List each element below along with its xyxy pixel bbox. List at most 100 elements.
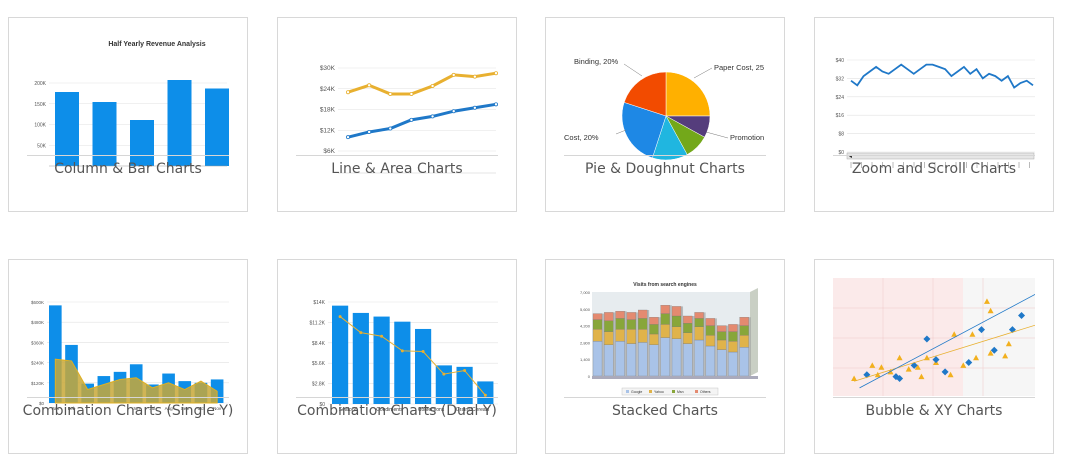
card-title[interactable]: Line & Area Charts bbox=[278, 161, 516, 177]
y-tick-label: 2,800 bbox=[580, 340, 591, 345]
y-tick-label: $600K bbox=[31, 300, 44, 305]
card-stacked[interactable]: Visits from search engines 7,000 5,600 4,20… bbox=[545, 259, 785, 454]
legend-label: Msn bbox=[677, 390, 684, 394]
legend-label: Yahoo bbox=[654, 390, 664, 394]
data-point bbox=[421, 350, 425, 354]
stack-segment bbox=[626, 312, 637, 320]
bar-side bbox=[703, 312, 706, 376]
stack-segment bbox=[683, 315, 693, 324]
y-tick-label: $16 bbox=[836, 113, 845, 119]
bar-side bbox=[624, 311, 627, 376]
stack-segment bbox=[705, 318, 716, 326]
y-tick-label: $8.4K bbox=[312, 341, 326, 347]
y-tick-label: $32 bbox=[836, 76, 845, 82]
stack-segment bbox=[649, 317, 659, 325]
legend-label: Google bbox=[631, 390, 642, 394]
series-line bbox=[850, 63, 1034, 89]
bar-side bbox=[635, 312, 638, 376]
stack-segment bbox=[615, 341, 625, 377]
stack-segment bbox=[604, 344, 614, 377]
card-column-bar[interactable]: Half Yearly Revenue Analysis 200K 150K 100K… bbox=[8, 17, 248, 212]
card-title[interactable]: Combination Charts (Single Y) bbox=[9, 403, 247, 419]
card-title[interactable]: Zoom and Scroll Charts bbox=[815, 161, 1053, 177]
stack-segment bbox=[671, 315, 682, 327]
data-point bbox=[493, 71, 498, 76]
stack-segment bbox=[592, 341, 603, 377]
y-tick-label: $240K bbox=[31, 361, 44, 366]
chart-thumb-pie: Paper Cost, 25 Promotion Cost, 20% Binding,… bbox=[564, 36, 766, 174]
bar bbox=[415, 328, 432, 404]
stack-segment bbox=[604, 320, 614, 332]
bar-side bbox=[602, 313, 605, 376]
data-point bbox=[409, 91, 414, 96]
divider bbox=[296, 155, 498, 156]
stack-segment bbox=[615, 329, 625, 342]
card-title[interactable]: Stacked Charts bbox=[546, 403, 784, 419]
bar bbox=[352, 312, 369, 404]
data-point bbox=[388, 91, 393, 96]
data-point bbox=[472, 74, 477, 79]
stack-segment bbox=[683, 332, 693, 344]
y-tick-label: $24K bbox=[320, 86, 336, 93]
stack-segment bbox=[671, 338, 682, 377]
data-point bbox=[442, 372, 446, 376]
stack-segment bbox=[637, 309, 648, 319]
card-title[interactable]: Combination Charts (Dual Y) bbox=[278, 403, 516, 419]
chart-thumb-line-area: $30K $24K $18K $12K $6K bbox=[296, 36, 498, 174]
stack-segment bbox=[694, 339, 704, 377]
card-title[interactable]: Pie & Doughnut Charts bbox=[546, 161, 784, 177]
divider bbox=[27, 397, 229, 398]
stack-segment bbox=[728, 324, 738, 332]
y-tick-label: 1,400 bbox=[580, 357, 591, 362]
bar bbox=[477, 381, 494, 404]
stack-segment bbox=[683, 323, 693, 333]
bar bbox=[92, 102, 117, 166]
slice-label: Cost, 20% bbox=[564, 133, 599, 142]
stack-segment bbox=[716, 325, 727, 332]
stack-segment bbox=[683, 343, 693, 377]
stack-segment bbox=[705, 345, 716, 377]
stack-segment bbox=[671, 306, 682, 317]
stack-segment bbox=[660, 324, 670, 338]
y-tick-label: $2.8K bbox=[312, 382, 326, 388]
y-tick-label: $6K bbox=[323, 148, 335, 155]
stack-segment bbox=[671, 326, 682, 339]
stack-segment bbox=[705, 335, 716, 347]
legend-swatch bbox=[649, 390, 652, 393]
data-point bbox=[430, 83, 435, 88]
card-pie-doughnut[interactable]: Paper Cost, 25 Promotion Cost, 20% Binding,… bbox=[545, 17, 785, 212]
stack-segment bbox=[649, 333, 659, 345]
card-bubble-xy[interactable]: Bubble & XY Charts bbox=[814, 259, 1054, 454]
divider bbox=[564, 155, 766, 156]
chart-thumb-column-bar: Half Yearly Revenue Analysis 200K 150K 100K… bbox=[27, 36, 229, 174]
divider bbox=[833, 397, 1035, 398]
stack-segment bbox=[660, 305, 670, 314]
stack-segment bbox=[728, 351, 738, 377]
card-zoom-scroll[interactable]: $40 $32 $24 $16 $8 $0 ◂ Zoom and Scroll Charts bbox=[814, 17, 1054, 212]
stack-segment bbox=[739, 335, 749, 348]
data-point bbox=[338, 315, 342, 319]
card-line-area[interactable]: $30K $24K $18K $12K $6K Line & Area Charts bbox=[277, 17, 517, 212]
stack-segment bbox=[615, 311, 625, 319]
card-combination-dual[interactable]: $14K $11.2K $8.4K $5.6K $2.8K $0 Seafood Condim… bbox=[277, 259, 517, 454]
y-tick-label: $8 bbox=[838, 132, 844, 138]
card-title[interactable]: Column & Bar Charts bbox=[9, 161, 247, 177]
stack-segment bbox=[694, 326, 704, 341]
floor bbox=[592, 376, 758, 379]
stack-segment bbox=[728, 341, 738, 353]
bar-side bbox=[669, 305, 672, 376]
stack-segment bbox=[637, 342, 648, 377]
stack-segment bbox=[728, 331, 738, 342]
stack-segment bbox=[694, 312, 704, 319]
y-tick-label: $14K bbox=[313, 300, 325, 306]
card-title[interactable]: Bubble & XY Charts bbox=[815, 403, 1053, 419]
bar bbox=[130, 120, 154, 166]
bar bbox=[373, 316, 390, 404]
stack-segment bbox=[592, 329, 603, 342]
card-combination-single[interactable]: $600K $480K $360K $240K $120K $0 Jan Feb Jun Jul A… bbox=[8, 259, 248, 454]
stack-segment bbox=[637, 318, 648, 330]
data-point bbox=[346, 90, 351, 95]
data-point bbox=[367, 83, 372, 88]
y-tick-label: 50K bbox=[37, 143, 47, 149]
bar-side bbox=[681, 306, 684, 376]
